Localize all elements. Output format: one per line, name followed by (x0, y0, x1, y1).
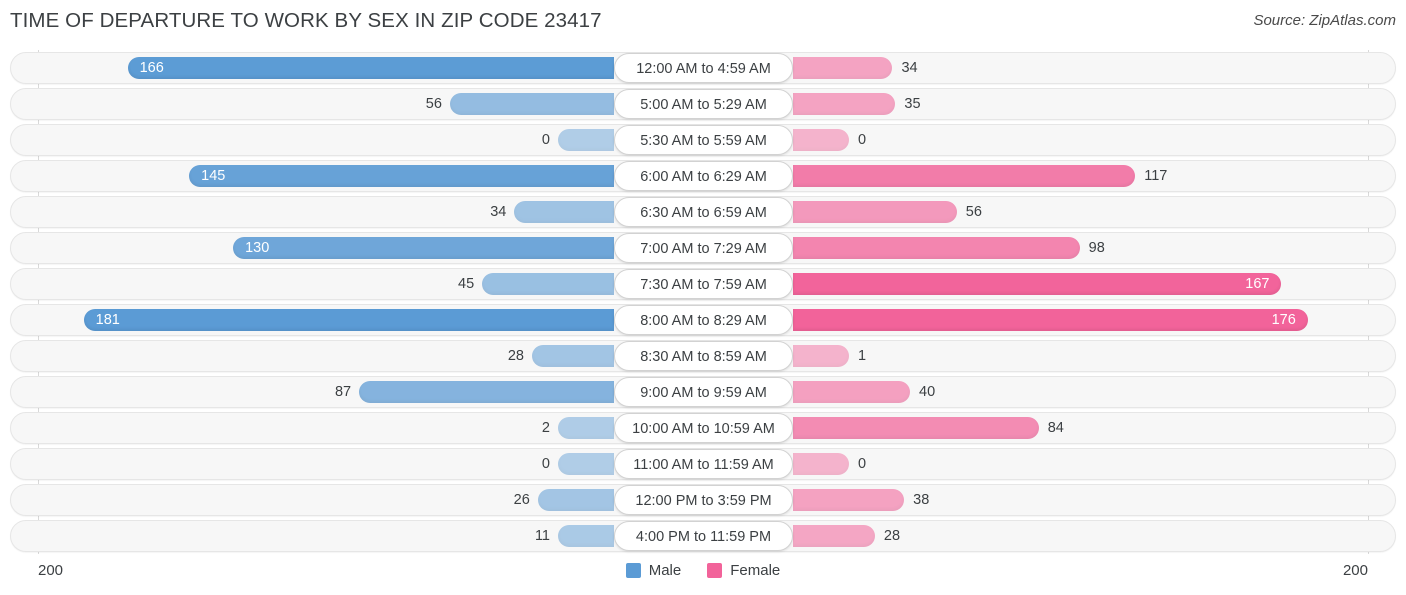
bar-female[interactable] (793, 525, 875, 547)
table-row[interactable]: 2 84 10:00 AM to 10:59 AM (0, 410, 1406, 446)
bar-male[interactable] (233, 237, 614, 259)
legend-swatch-icon (625, 563, 641, 578)
bar-row-list: 166 34 12:00 AM to 4:59 AM 56 35 5:00 AM to 5… (0, 50, 1406, 554)
legend-item-male[interactable]: Male (625, 562, 682, 579)
source-attribution: Source: ZipAtlas.com (1253, 12, 1396, 29)
bar-value-female: 0 (858, 132, 867, 148)
bar-male[interactable] (127, 57, 614, 79)
table-row[interactable]: 34 56 6:30 AM to 6:59 AM (0, 194, 1406, 230)
category-label: 7:00 AM to 7:29 AM (614, 233, 793, 263)
bar-female[interactable] (793, 273, 1282, 295)
chart-header: TIME OF DEPARTURE TO WORK BY SEX IN ZIP … (0, 0, 1406, 42)
table-row[interactable]: 56 35 5:00 AM to 5:29 AM (0, 86, 1406, 122)
category-label: 5:30 AM to 5:59 AM (614, 125, 793, 155)
bar-male[interactable] (558, 417, 614, 439)
category-label: 11:00 AM to 11:59 AM (614, 449, 793, 479)
bar-value-male: 181 (95, 312, 120, 328)
bar-male[interactable] (558, 525, 614, 547)
bar-female[interactable] (793, 489, 905, 511)
table-row[interactable]: 166 34 12:00 AM to 4:59 AM (0, 50, 1406, 86)
bar-female[interactable] (793, 453, 849, 475)
table-row[interactable]: 87 40 9:00 AM to 9:59 AM (0, 374, 1406, 410)
chart-footer: 200 200 Male Female (0, 554, 1406, 595)
bar-male[interactable] (83, 309, 614, 331)
bar-value-female: 28 (883, 528, 901, 544)
bar-male[interactable] (189, 165, 614, 187)
bar-female[interactable] (793, 237, 1080, 259)
legend-label: Female (730, 562, 781, 579)
bar-female[interactable] (793, 165, 1136, 187)
legend-item-female[interactable]: Female (707, 562, 780, 579)
bar-value-female: 1 (858, 348, 867, 364)
bar-female[interactable] (793, 93, 896, 115)
bar-value-male: 56 (425, 96, 442, 112)
bar-value-female: 56 (965, 204, 982, 220)
bar-value-female: 84 (1047, 420, 1064, 436)
category-label: 8:30 AM to 8:59 AM (614, 341, 793, 371)
category-label: 12:00 PM to 3:59 PM (614, 485, 793, 515)
bar-female[interactable] (793, 309, 1308, 331)
category-label: 12:00 AM to 4:59 AM (614, 53, 793, 83)
table-row[interactable]: 45 167 7:30 AM to 7:59 AM (0, 266, 1406, 302)
bar-value-female: 0 (858, 456, 867, 472)
bar-value-male: 0 (541, 132, 550, 148)
bar-value-male: 0 (541, 456, 550, 472)
bar-value-female: 167 (1245, 276, 1270, 292)
bar-male[interactable] (537, 489, 614, 511)
bar-female[interactable] (793, 57, 893, 79)
category-label: 5:00 AM to 5:29 AM (614, 89, 793, 119)
table-row[interactable]: 130 98 7:00 AM to 7:29 AM (0, 230, 1406, 266)
chart-legend: Male Female (0, 562, 1406, 579)
bar-value-male: 87 (334, 384, 352, 400)
bar-female[interactable] (793, 129, 849, 151)
table-row[interactable]: 11 28 4:00 PM to 11:59 PM (0, 518, 1406, 554)
category-label: 10:00 AM to 10:59 AM (614, 413, 793, 443)
bar-female[interactable] (793, 345, 849, 367)
bar-value-female: 40 (919, 384, 936, 400)
bar-value-male: 34 (490, 204, 507, 220)
bar-value-female: 34 (901, 60, 918, 76)
bar-male[interactable] (514, 201, 614, 223)
bar-value-female: 35 (904, 96, 921, 112)
bar-value-male: 28 (507, 348, 524, 364)
bar-male[interactable] (449, 93, 614, 115)
bar-female[interactable] (793, 417, 1039, 439)
legend-label: Male (648, 562, 682, 579)
bar-female[interactable] (793, 381, 910, 403)
bar-value-female: 98 (1088, 240, 1105, 256)
bar-value-male: 45 (458, 276, 475, 292)
category-label: 6:00 AM to 6:29 AM (614, 161, 793, 191)
bar-value-male: 130 (245, 240, 270, 256)
table-row[interactable]: 28 1 8:30 AM to 8:59 AM (0, 338, 1406, 374)
category-label: 4:00 PM to 11:59 PM (614, 521, 793, 551)
bar-male[interactable] (482, 273, 614, 295)
bar-value-female: 38 (913, 492, 930, 508)
bar-male[interactable] (558, 453, 614, 475)
bar-male[interactable] (531, 345, 614, 367)
category-label: 8:00 AM to 8:29 AM (614, 305, 793, 335)
plot-area: 166 34 12:00 AM to 4:59 AM 56 35 5:00 AM to 5… (0, 50, 1406, 554)
bar-value-male: 26 (513, 492, 530, 508)
bar-value-male: 145 (201, 168, 226, 184)
bar-value-female: 117 (1144, 168, 1168, 184)
table-row[interactable]: 181 176 8:00 AM to 8:29 AM (0, 302, 1406, 338)
bar-value-male: 166 (139, 60, 164, 76)
table-row[interactable]: 26 38 12:00 PM to 3:59 PM (0, 482, 1406, 518)
bar-male[interactable] (558, 129, 614, 151)
category-label: 9:00 AM to 9:59 AM (614, 377, 793, 407)
bar-female[interactable] (793, 201, 957, 223)
bar-value-female: 176 (1271, 312, 1296, 328)
bar-value-male: 2 (541, 420, 550, 436)
bar-male[interactable] (359, 381, 614, 403)
table-row[interactable]: 145 117 6:00 AM to 6:29 AM (0, 158, 1406, 194)
legend-swatch-icon (707, 563, 723, 578)
category-label: 6:30 AM to 6:59 AM (614, 197, 793, 227)
bar-value-male: 11 (534, 528, 550, 544)
chart-container: TIME OF DEPARTURE TO WORK BY SEX IN ZIP … (0, 0, 1406, 595)
table-row[interactable]: 0 0 5:30 AM to 5:59 AM (0, 122, 1406, 158)
table-row[interactable]: 0 0 11:00 AM to 11:59 AM (0, 446, 1406, 482)
page-title: TIME OF DEPARTURE TO WORK BY SEX IN ZIP … (10, 9, 602, 32)
category-label: 7:30 AM to 7:59 AM (614, 269, 793, 299)
